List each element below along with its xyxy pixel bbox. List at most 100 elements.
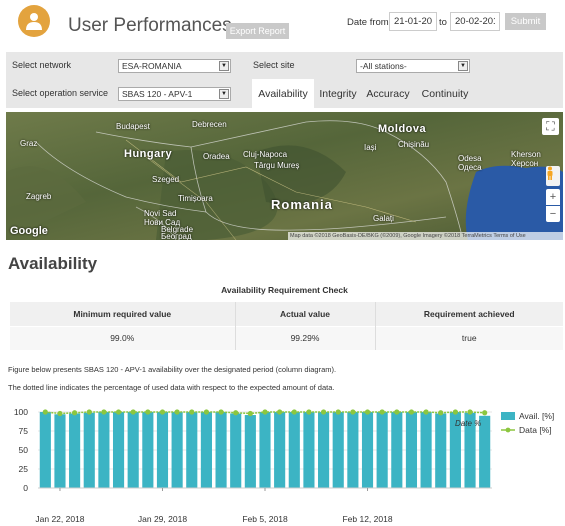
x-tick-label: Jan 22, 2018 <box>35 514 84 524</box>
map-label-budapest: Budapest <box>116 122 150 131</box>
zoom-in-button[interactable]: + <box>546 189 560 205</box>
figure-description: Figure below presents SBAS 120 - APV-1 a… <box>8 365 337 374</box>
tab-integrity[interactable]: Integrity <box>316 79 360 108</box>
legend-label-data: Data [%] <box>519 425 552 435</box>
user-icon <box>26 13 42 30</box>
service-select[interactable]: SBAS 120 - APV-1 ▼ <box>118 87 231 101</box>
legend-swatch-avail <box>501 412 515 420</box>
bar <box>98 412 110 488</box>
tab-continuity[interactable]: Continuity <box>416 79 474 108</box>
data-point <box>394 409 400 415</box>
data-point <box>57 410 63 417</box>
map-label-odesa: Odesa <box>458 154 482 163</box>
zoom-out-button[interactable]: − <box>546 206 560 222</box>
map-label-hungary: Hungary <box>124 148 173 160</box>
chevron-down-icon: ▼ <box>219 61 229 71</box>
map-label-kherson-cyr: Херсон <box>511 159 539 168</box>
requirement-table: Minimum required value Actual value Requ… <box>10 302 563 350</box>
y-tick-label: 100 <box>14 407 28 417</box>
map-label-szeged: Szeged <box>152 175 180 184</box>
data-point <box>408 409 415 415</box>
bar <box>259 412 271 488</box>
pegman-icon[interactable] <box>546 166 560 186</box>
bar <box>186 412 198 488</box>
map-terrain <box>6 112 563 240</box>
bar <box>332 412 344 488</box>
bar <box>83 412 95 488</box>
bar <box>376 412 388 488</box>
data-point <box>72 410 78 416</box>
map-label-kherson: Kherson <box>511 150 541 159</box>
requirement-achieved-value: true <box>374 325 563 350</box>
column-header: Requirement achieved <box>374 302 563 326</box>
map-label-moldova: Moldova <box>378 123 427 135</box>
bar <box>215 412 227 488</box>
data-point <box>189 409 195 415</box>
map-label-graz: Graz <box>20 139 38 148</box>
table-header-row: Minimum required value Actual value Requ… <box>10 302 563 326</box>
tab-accuracy[interactable]: Accuracy <box>364 79 412 108</box>
data-point <box>335 409 341 415</box>
fullscreen-icon[interactable]: ⛶ <box>542 118 559 135</box>
header: User Performances Export Report Date fro… <box>0 0 565 48</box>
map-label-cluj: Cluj-Napoca <box>243 150 288 159</box>
map-label-chisinau: Chișinău <box>398 140 430 149</box>
data-point <box>42 409 48 415</box>
bar <box>54 414 66 488</box>
bar <box>274 412 286 488</box>
table-row: 99.0% 99.29% true <box>10 325 563 350</box>
data-point <box>482 410 488 416</box>
page-title: User Performances <box>68 15 232 36</box>
data-point <box>203 409 210 415</box>
network-label: Select network <box>12 60 72 70</box>
date-to-input[interactable] <box>450 12 500 31</box>
site-select[interactable]: -All stations- ▼ <box>356 59 470 73</box>
service-select-value: SBAS 120 - APV-1 <box>122 89 193 99</box>
data-point <box>86 409 92 415</box>
bar <box>127 412 139 488</box>
user-avatar[interactable] <box>18 5 50 37</box>
availability-title: Availability <box>8 254 98 273</box>
dotted-line-description: The dotted line indicates the percentage… <box>8 383 335 392</box>
map-label-belgrade-cyr: Београд <box>161 232 192 240</box>
data-point <box>174 409 180 415</box>
network-select[interactable]: ESA-ROMANIA ▼ <box>118 59 231 73</box>
map-label-iasi: Iași <box>364 143 377 152</box>
bar <box>69 413 81 488</box>
bar <box>435 413 447 488</box>
map-attribution: Map data ©2018 GeoBasis-DE/BKG (©2009), … <box>288 232 563 240</box>
map-label-oradea: Oradea <box>203 152 230 161</box>
data-point <box>130 409 136 415</box>
data-point <box>262 409 268 415</box>
bar <box>156 412 169 488</box>
bar <box>405 412 418 488</box>
export-report-button[interactable]: Export Report <box>226 23 289 39</box>
network-select-value: ESA-ROMANIA <box>122 61 182 71</box>
google-logo: Google <box>10 225 48 237</box>
map-label-romania: Romania <box>271 197 333 212</box>
date-from-input[interactable] <box>389 12 437 31</box>
data-point <box>467 409 473 415</box>
submit-button[interactable]: Submit <box>505 13 546 30</box>
bar <box>391 412 403 488</box>
chart-annotation: Date % <box>455 419 481 428</box>
data-point <box>452 409 458 415</box>
pegman-figure-icon <box>547 166 553 180</box>
data-point <box>159 409 166 415</box>
column-header: Actual value <box>234 302 375 326</box>
y-tick-label: 25 <box>19 464 29 474</box>
x-tick-label: Feb 5, 2018 <box>242 514 288 524</box>
availability-chart: 0 25 50 75 100 Jan 22, 2018 Jan 29, 2018 Feb 5,… <box>14 407 554 524</box>
data-point <box>233 410 239 416</box>
data-point <box>247 410 253 417</box>
tab-availability[interactable]: Availability <box>252 79 314 108</box>
data-point <box>379 409 385 415</box>
legend-label-avail: Avail. [%] <box>519 411 554 421</box>
data-point <box>306 409 312 415</box>
map[interactable]: Budapest Debrecen Moldova Graz Hungary O… <box>6 112 563 240</box>
bar <box>230 413 242 488</box>
bar <box>200 412 212 488</box>
map-label-targu: Târgu Mureș <box>254 161 300 170</box>
map-label-debrecen: Debrecen <box>192 120 227 129</box>
data-point <box>364 409 371 415</box>
